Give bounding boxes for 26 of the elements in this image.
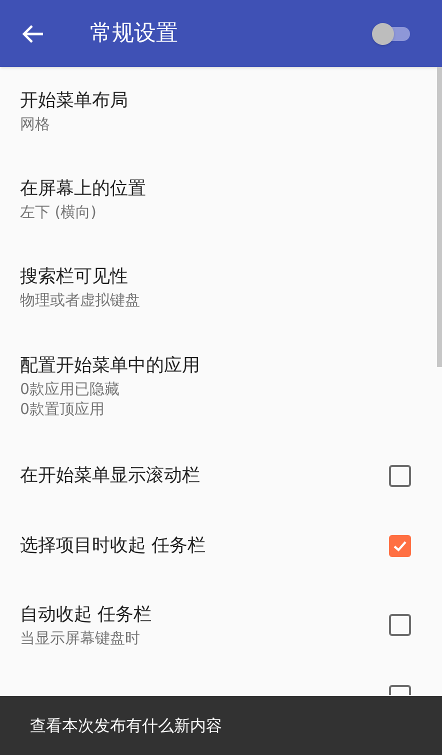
- snackbar-message: 查看本次发布有什么新内容: [30, 714, 222, 736]
- setting-title: 搜索栏可见性: [20, 265, 129, 289]
- setting-summary: 0款置顶应用: [20, 399, 106, 419]
- settings-item[interactable]: 在开始菜单显示滚动栏: [0, 441, 437, 511]
- settings-item[interactable]: 搜索栏可见性 物理或者虚拟键盘: [0, 243, 437, 331]
- settings-item[interactable]: 自动收起 任务栏 当显示屏幕键盘时: [0, 581, 437, 669]
- checkbox[interactable]: [389, 614, 411, 636]
- checkbox[interactable]: [389, 465, 411, 487]
- settings-item[interactable]: 配置开始菜单中的应用 0款应用已隐藏 0款置顶应用: [0, 331, 437, 441]
- settings-item[interactable]: 在屏幕上的位置 左下 (横向): [0, 155, 437, 243]
- setting-title: 配置开始菜单中的应用: [20, 354, 201, 378]
- setting-summary: 左下 (横向): [20, 202, 98, 222]
- settings-item[interactable]: 选择项目时收起 任务栏: [0, 511, 437, 581]
- settings-item[interactable]: 开始菜单布局 网格: [0, 67, 437, 155]
- setting-summary: 当显示屏幕键盘时: [20, 628, 141, 648]
- setting-title: 开始菜单布局: [20, 89, 129, 113]
- setting-title: 在屏幕上的位置: [20, 177, 147, 201]
- setting-summary: 网格: [20, 114, 51, 134]
- setting-summary: 0款应用已隐藏: [20, 379, 121, 399]
- checkbox[interactable]: [389, 535, 411, 557]
- setting-title: 在开始菜单显示滚动栏: [20, 464, 201, 488]
- setting-title: 自动收起 任务栏: [20, 603, 153, 627]
- setting-summary: 物理或者虚拟键盘: [20, 290, 141, 310]
- page-title: 常规设置: [90, 20, 178, 48]
- setting-title: 选择项目时收起 任务栏: [20, 534, 207, 558]
- back-arrow-icon[interactable]: [22, 24, 44, 44]
